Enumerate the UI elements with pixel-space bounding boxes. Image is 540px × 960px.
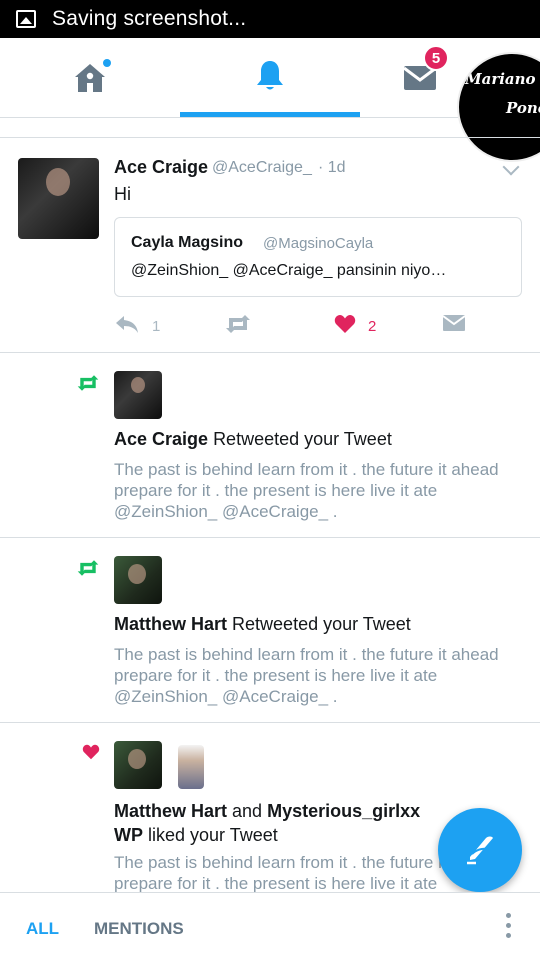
- avatar[interactable]: [114, 556, 162, 604]
- quoted-author-name: Cayla Magsino: [131, 234, 244, 251]
- tweet-time: · 1d: [318, 159, 346, 176]
- reply-icon: [114, 314, 140, 339]
- new-content-dot: [103, 59, 111, 67]
- actor-name[interactable]: Matthew Hart: [114, 614, 227, 634]
- heart-icon: [334, 314, 356, 339]
- retweet-icon: [224, 314, 252, 339]
- envelope-icon: [442, 314, 466, 337]
- retweet-icon: [76, 559, 100, 582]
- notification-title[interactable]: Ace Craige Retweeted your Tweet: [114, 429, 392, 450]
- status-bar: Saving screenshot...: [0, 0, 540, 38]
- heart-icon: [82, 744, 100, 765]
- tweet-author-name[interactable]: Ace Craige: [114, 157, 208, 178]
- tweet-author-handle[interactable]: @AceCraige_: [212, 159, 312, 177]
- notification-title[interactable]: Matthew Hart Retweeted your Tweet: [114, 614, 411, 635]
- quoted-text: @ZeinShion_ @AceCraige_ pansinin niyo…: [131, 262, 447, 279]
- envelope-icon: 5: [403, 45, 449, 91]
- avatar[interactable]: [18, 158, 99, 239]
- quoted-tweet[interactable]: Cayla Magsino @MagsinoCayla @ZeinShion_ …: [114, 217, 522, 297]
- avatar[interactable]: [178, 745, 204, 789]
- bubble-text-2: Ponc: [506, 99, 540, 117]
- bell-icon: [255, 59, 285, 98]
- dm-share-button[interactable]: [442, 314, 466, 337]
- connector-text: and: [232, 801, 263, 821]
- retweet-button[interactable]: [224, 314, 252, 339]
- actor-name[interactable]: Ace Craige: [114, 429, 208, 449]
- avatar[interactable]: [114, 371, 162, 419]
- active-tab-indicator: [180, 112, 360, 117]
- bubble-text-1: Mariano: [465, 70, 536, 88]
- bottom-filter-bar: ALL MENTIONS: [0, 892, 540, 960]
- notification-tweet-text: The past is behind learn from it . the f…: [114, 460, 499, 521]
- like-count: 2: [368, 318, 377, 335]
- quoted-author-handle: @MagsinoCayla: [263, 235, 374, 252]
- notification-action: Retweeted your Tweet: [232, 614, 411, 634]
- tweet-text: Hi: [114, 184, 131, 204]
- retweet-icon: [76, 374, 100, 397]
- like-button[interactable]: 2: [334, 314, 376, 339]
- tab-home[interactable]: [0, 38, 180, 118]
- notification-tweet-text: The past is behind learn from it . the f…: [114, 645, 499, 706]
- compose-icon: [462, 830, 498, 871]
- divider: [0, 537, 540, 538]
- image-icon: [16, 10, 36, 28]
- divider: [0, 352, 540, 353]
- avatar[interactable]: [114, 741, 162, 789]
- reply-count: 1: [152, 318, 161, 335]
- tab-notifications[interactable]: [180, 38, 360, 118]
- actor-name[interactable]: Matthew Hart: [114, 801, 227, 821]
- notification-action: Retweeted your Tweet: [213, 429, 392, 449]
- overflow-menu-icon[interactable]: [500, 913, 516, 943]
- reply-button[interactable]: 1: [114, 314, 160, 339]
- notification-title[interactable]: Matthew Hart and Mysterious_girlxx WP li…: [114, 799, 444, 847]
- tab-all[interactable]: ALL: [26, 919, 59, 939]
- home-icon: [73, 59, 111, 94]
- compose-tweet-button[interactable]: [438, 808, 522, 892]
- divider: [0, 722, 540, 723]
- tab-mentions[interactable]: MENTIONS: [94, 919, 184, 939]
- clipped-previous-item: [0, 118, 540, 138]
- status-text: Saving screenshot...: [52, 7, 247, 30]
- notification-action: liked your Tweet: [148, 825, 278, 845]
- messages-badge: 5: [423, 45, 449, 71]
